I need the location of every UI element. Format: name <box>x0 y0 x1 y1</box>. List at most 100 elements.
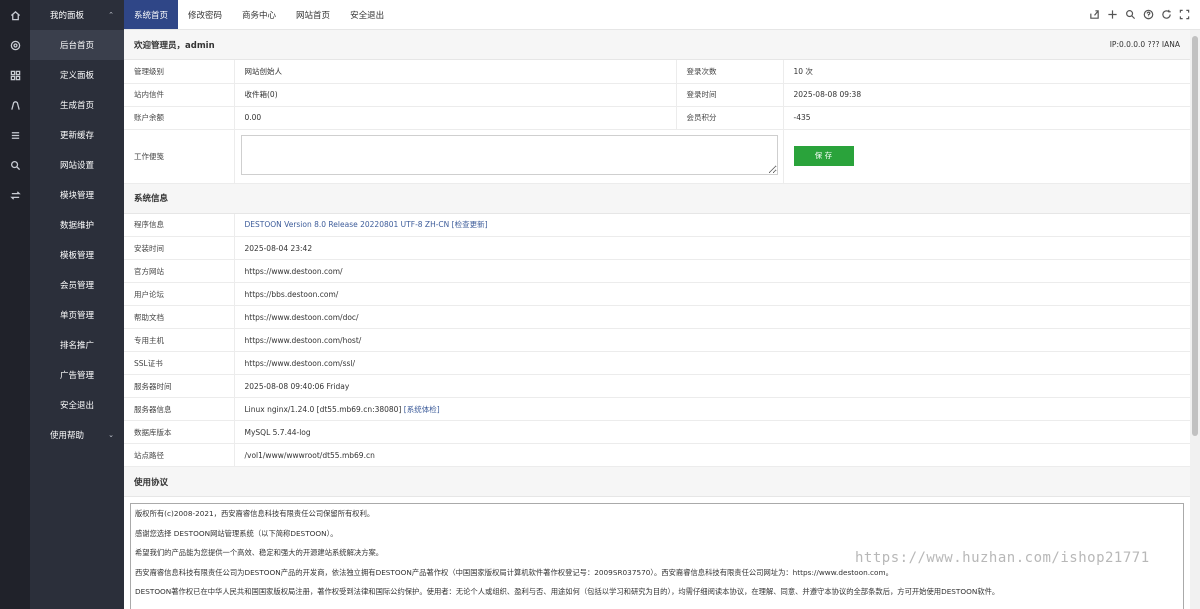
welcome-title: 欢迎管理员，admin <box>134 40 215 51</box>
sidebar-item-templates[interactable]: 模板管理 <box>30 240 124 270</box>
plus-icon[interactable] <box>1107 9 1118 20</box>
table-row: 安装时间 2025-08-04 23:42 <box>124 236 1190 260</box>
refresh-icon[interactable] <box>1161 9 1172 20</box>
sidebar-item-update-cache[interactable]: 更新缓存 <box>30 120 124 150</box>
sidebar-item-data[interactable]: 数据维护 <box>30 210 124 240</box>
account-label: 登录时间 <box>676 83 784 107</box>
account-label: 站内信件 <box>124 83 235 107</box>
tab-business-center[interactable]: 商务中心 <box>232 0 286 29</box>
help-icon[interactable] <box>1143 9 1154 20</box>
grid-icon[interactable] <box>0 60 30 90</box>
account-label: 会员积分 <box>676 106 784 130</box>
sysinfo-label: 数据库版本 <box>124 420 235 444</box>
account-value: 2025-08-08 09:38 <box>783 83 1190 107</box>
sysinfo-value[interactable]: https://www.destoon.com/host/ <box>234 328 1190 352</box>
tab-site-home[interactable]: 网站首页 <box>286 0 340 29</box>
fullscreen-icon[interactable] <box>1179 9 1190 20</box>
scrollbar[interactable] <box>1190 30 1200 609</box>
sidebar-item-ads[interactable]: 广告管理 <box>30 360 124 390</box>
sysinfo-table: 程序信息 DESTOON Version 8.0 Release 2022080… <box>124 213 1190 467</box>
list-icon[interactable] <box>0 120 30 150</box>
share-icon[interactable] <box>1089 9 1100 20</box>
table-row: 用户论坛 https://bbs.destoon.com/ <box>124 282 1190 306</box>
sidebar-item-modules[interactable]: 模块管理 <box>30 180 124 210</box>
sidebar-header-label: 我的面板 <box>50 11 85 21</box>
license-title: 使用协议 <box>134 477 169 488</box>
sysinfo-label: 服务器信息 <box>124 397 235 421</box>
license-paragraph: 版权所有(c)2008-2021，西安裔睿信息科技有限责任公司保留所有权利。 <box>135 509 375 518</box>
ip-info: IP:0.0.0.0 ??? IANA <box>1109 40 1180 49</box>
scrollbar-thumb[interactable] <box>1192 36 1198 436</box>
tab-logout[interactable]: 安全退出 <box>340 0 394 29</box>
sysinfo-title: 系统信息 <box>134 194 169 204</box>
tab-change-password[interactable]: 修改密码 <box>178 0 232 29</box>
sysinfo-value[interactable]: https://www.destoon.com/ssl/ <box>234 351 1190 375</box>
sysinfo-label: 程序信息 <box>124 213 235 237</box>
welcome-header: 欢迎管理员，admin IP:0.0.0.0 ??? IANA <box>124 30 1190 60</box>
sysinfo-label: SSL证书 <box>124 351 235 375</box>
account-value: 网站创始人 <box>234 60 677 84</box>
table-row: 帮助文档 https://www.destoon.com/doc/ <box>124 305 1190 329</box>
table-row: SSL证书 https://www.destoon.com/ssl/ <box>124 351 1190 375</box>
watermark: https://www.huzhan.com/ishop21771 <box>855 550 1150 566</box>
account-table: 管理级别 网站创始人 登录次数 10 次 站内信件 收件箱(0) 登录时间 20… <box>124 60 1190 184</box>
account-label: 管理级别 <box>124 60 235 84</box>
sidebar-menu: 我的面板 ⌃ 后台首页 定义面板 生成首页 更新缓存 网站设置 模块管理 数据维… <box>30 0 124 609</box>
license-paragraph: 西安裔睿信息科技有限责任公司为DESTOON产品的开发商，依法独立拥有DESTO… <box>135 567 893 577</box>
sysinfo-label: 专用主机 <box>124 328 235 352</box>
memo-row: 工作便笺 保 存 <box>124 129 1190 184</box>
inbox-link[interactable]: 收件箱(0) <box>234 83 677 107</box>
search-icon[interactable] <box>0 150 30 180</box>
license-paragraph: DESTOON著作权已在中华人民共和国国家版权局注册，著作权受到法律和国际公约保… <box>135 587 1000 596</box>
main-content: 欢迎管理员，admin IP:0.0.0.0 ??? IANA 管理级别 网站创… <box>124 30 1190 609</box>
sidebar-item-site-settings[interactable]: 网站设置 <box>30 150 124 180</box>
save-button[interactable]: 保 存 <box>793 146 854 166</box>
table-row: 服务器信息 Linux nginx/1.24.0 [dt55.mb69.cn:3… <box>124 397 1190 421</box>
sidebar-help-label: 使用帮助 <box>50 431 85 441</box>
table-row: 程序信息 DESTOON Version 8.0 Release 2022080… <box>124 213 1190 237</box>
sidebar-item-custom-panel[interactable]: 定义面板 <box>30 60 124 90</box>
sysinfo-value: 2025-08-04 23:42 <box>234 236 1190 260</box>
sysinfo-value[interactable]: https://www.destoon.com/doc/ <box>234 305 1190 329</box>
version-link[interactable]: DESTOON Version 8.0 Release 20220801 UTF… <box>245 220 450 229</box>
sysinfo-value: 2025-08-08 09:40:06 Friday <box>234 374 1190 398</box>
toolbar-icons <box>1089 0 1200 29</box>
icon-rail <box>0 0 30 609</box>
license-header: 使用协议 <box>124 467 1190 497</box>
sysinfo-label: 官方网站 <box>124 259 235 283</box>
gear-icon[interactable] <box>0 30 30 60</box>
sysinfo-label: 安装时间 <box>124 236 235 260</box>
table-row: 数据库版本 MySQL 5.7.44-log <box>124 420 1190 444</box>
memo-textarea[interactable] <box>240 135 778 175</box>
tab-system-home[interactable]: 系统首页 <box>124 0 179 29</box>
table-row: 专用主机 https://www.destoon.com/host/ <box>124 328 1190 352</box>
check-update-link[interactable]: [检查更新] <box>452 220 488 229</box>
top-bar: 系统首页 修改密码 商务中心 网站首页 安全退出 <box>124 0 1200 30</box>
sysinfo-value[interactable]: https://bbs.destoon.com/ <box>234 282 1190 306</box>
chevron-down-icon: ⌄ <box>108 431 114 439</box>
memo-label: 工作便笺 <box>124 129 235 184</box>
search-icon[interactable] <box>1125 9 1136 20</box>
sysinfo-value: /vol1/www/wwwroot/dt55.mb69.cn <box>234 443 1190 467</box>
license-paragraph: 感谢您选择 DESTOON网站管理系统（以下简称DESTOON）。 <box>135 528 338 538</box>
table-row: 账户余额 0.00 会员积分 -435 <box>124 106 1190 130</box>
sysinfo-value: Linux nginx/1.24.0 [dt55.mb69.cn:38080] <box>244 404 402 414</box>
sidebar-item-home[interactable]: 后台首页 <box>30 30 124 60</box>
sysinfo-header: 系统信息 <box>124 183 1190 214</box>
table-row: 管理级别 网站创始人 登录次数 10 次 <box>124 60 1190 84</box>
sidebar-item-help[interactable]: 使用帮助 ⌄ <box>30 420 124 450</box>
home-icon[interactable] <box>0 0 30 30</box>
sysinfo-value[interactable]: https://www.destoon.com/ <box>234 259 1190 283</box>
sidebar-item-logout[interactable]: 安全退出 <box>30 390 124 420</box>
table-row: 站内信件 收件箱(0) 登录时间 2025-08-08 09:38 <box>124 83 1190 107</box>
user-icon[interactable] <box>0 90 30 120</box>
sidebar-item-promotion[interactable]: 排名推广 <box>30 330 124 360</box>
account-label: 登录次数 <box>676 60 784 84</box>
swap-icon[interactable] <box>0 180 30 210</box>
sidebar-item-members[interactable]: 会员管理 <box>30 270 124 300</box>
sidebar-header[interactable]: 我的面板 ⌃ <box>30 0 124 30</box>
sysinfo-label: 用户论坛 <box>124 282 235 306</box>
sidebar-item-generate-home[interactable]: 生成首页 <box>30 90 124 120</box>
system-check-link[interactable]: [系统体检] <box>404 405 440 414</box>
sidebar-item-pages[interactable]: 单页管理 <box>30 300 124 330</box>
